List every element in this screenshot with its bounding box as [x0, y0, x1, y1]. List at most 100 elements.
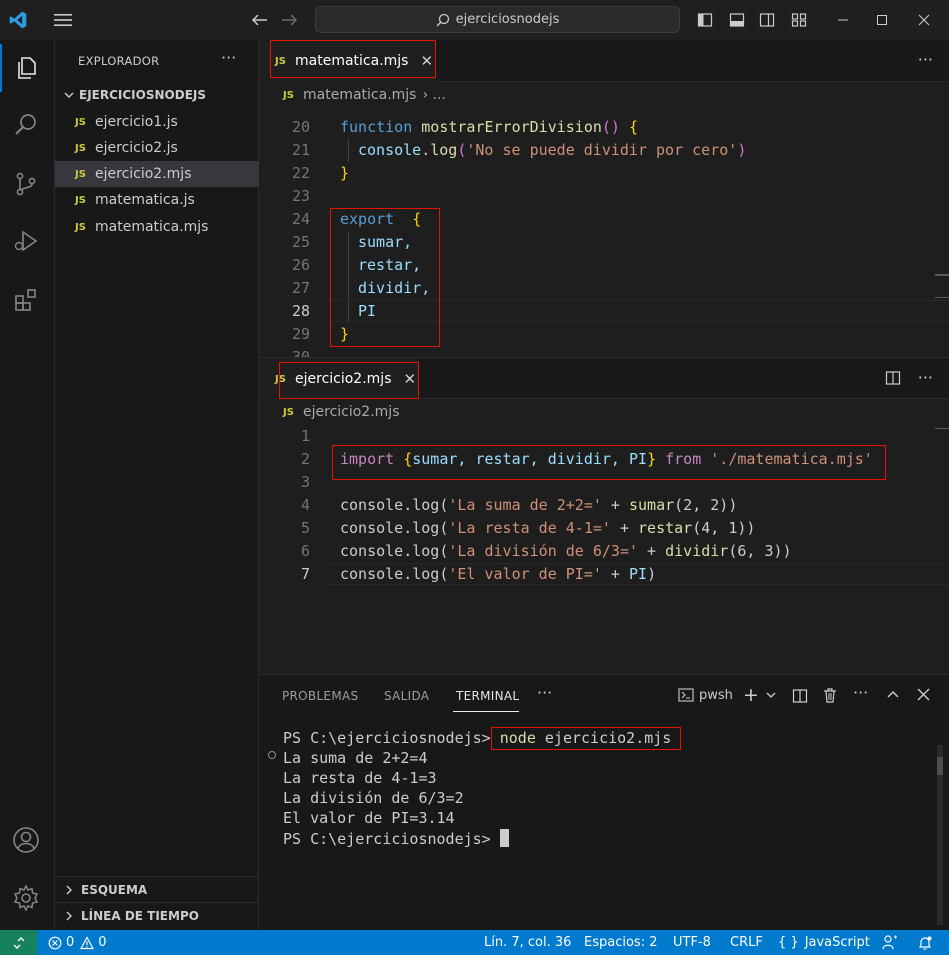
close-window-icon[interactable]	[904, 0, 944, 40]
feedback-icon[interactable]	[881, 930, 898, 955]
new-terminal-plus-icon[interactable]: +	[743, 684, 759, 706]
toggle-panel-icon[interactable]	[726, 0, 748, 40]
file-label: ejercicio2.js	[95, 140, 178, 156]
accounts-icon[interactable]	[0, 816, 52, 864]
file-item-matematica-js[interactable]: JS matematica.js	[55, 187, 259, 213]
minimap-slider[interactable]	[935, 297, 949, 298]
tab-terminal[interactable]: TERMINAL	[456, 689, 519, 703]
explorer-sidebar: EXPLORADOR ··· EJERCICIOSNODEJS JS ejerc…	[55, 40, 259, 930]
timeline-section[interactable]: LÍNEA DE TIEMPO	[55, 902, 259, 928]
js-file-icon: JS	[75, 142, 86, 154]
minimize-window-icon[interactable]	[825, 0, 861, 40]
settings-gear-icon[interactable]	[0, 874, 52, 922]
line-number: 23	[291, 187, 310, 205]
terminal-line-5: El valor de PI=3.14	[283, 809, 455, 827]
indent-guide	[348, 139, 349, 162]
error-icon	[48, 936, 62, 950]
file-label: matematica.js	[95, 192, 195, 208]
toggle-sidebar-icon[interactable]	[694, 0, 716, 40]
workspace-folder[interactable]: EJERCICIOSNODEJS	[55, 84, 259, 106]
line-number: 5	[300, 519, 310, 537]
split-terminal-icon[interactable]	[792, 688, 808, 704]
panel-more-actions-icon[interactable]: ···	[853, 683, 868, 702]
close-panel-icon[interactable]	[917, 688, 930, 701]
explorer-icon[interactable]	[0, 44, 52, 92]
workspace-folder-label: EJERCICIOSNODEJS	[79, 88, 206, 102]
minimap-slider[interactable]	[935, 274, 949, 276]
outline-section[interactable]: ESQUEMA	[55, 876, 259, 902]
code-line-6: console.log('La división de 6/3=' + divi…	[340, 542, 792, 560]
editor-more-actions-icon[interactable]: ···	[918, 50, 933, 69]
line-number: 30	[291, 348, 310, 357]
title-bar: ejerciciosnodejs	[0, 0, 949, 40]
code-line-22: }	[340, 164, 350, 182]
encoding-status[interactable]: UTF-8	[673, 930, 711, 955]
extensions-icon[interactable]	[0, 276, 52, 324]
line-number: 6	[300, 542, 310, 560]
explorer-title: EXPLORADOR	[78, 54, 160, 68]
line-number: 26	[291, 256, 310, 274]
chevron-right-icon	[63, 884, 75, 896]
cursor-position[interactable]: Lín. 7, col. 36	[484, 930, 571, 955]
vscode-logo-icon[interactable]	[0, 0, 36, 40]
terminal-scrollbar-thumb[interactable]	[937, 757, 943, 775]
line-number: 2	[300, 450, 310, 468]
braces-icon: { }	[778, 935, 799, 950]
maximize-panel-chevron-up-icon[interactable]	[886, 688, 900, 702]
split-editor-icon[interactable]	[885, 370, 901, 386]
breadcrumb-file[interactable]: ejercicio2.mjs	[303, 404, 399, 420]
file-item-matematica-mjs[interactable]: JS matematica.mjs	[55, 214, 259, 240]
remote-indicator-icon[interactable]	[0, 930, 37, 955]
command-decoration-icon[interactable]	[268, 751, 276, 759]
forward-arrow-icon[interactable]	[276, 0, 304, 40]
source-control-icon[interactable]	[0, 160, 52, 208]
highlight-box-top-tab	[270, 40, 436, 78]
minimap-slider[interactable]	[935, 428, 949, 429]
back-arrow-icon[interactable]	[245, 0, 273, 40]
breadcrumb-file[interactable]: matematica.mjs	[303, 87, 416, 103]
tab-output[interactable]: SALIDA	[384, 689, 429, 703]
line-number: 21	[291, 141, 310, 159]
chevron-down-icon[interactable]	[765, 689, 777, 701]
notifications-bell-icon[interactable]	[917, 930, 933, 955]
line-number: 22	[291, 164, 310, 182]
code-line-21: console.log('No se puede dividir por cer…	[358, 141, 747, 159]
activity-bar	[0, 40, 55, 930]
highlight-box-import	[332, 445, 886, 480]
file-item-ejercicio2-mjs[interactable]: JS ejercicio2.mjs	[55, 161, 259, 187]
file-item-ejercicio2-js[interactable]: JS ejercicio2.js	[55, 135, 259, 161]
breadcrumb-suffix[interactable]: › ...	[422, 87, 445, 103]
search-sidebar-icon[interactable]	[0, 101, 52, 149]
breadcrumb-bottom: JS ejercicio2.mjs	[259, 401, 399, 423]
trash-icon[interactable]	[822, 687, 838, 703]
tab-problems[interactable]: PROBLEMAS	[282, 689, 358, 703]
toggle-secondary-sidebar-icon[interactable]	[756, 0, 778, 40]
menu-icon[interactable]	[48, 0, 78, 40]
panel-more-tabs[interactable]: ···	[537, 683, 552, 702]
customize-layout-icon[interactable]	[788, 0, 810, 40]
line-number: 3	[300, 473, 310, 491]
language-mode[interactable]: { } JavaScript	[778, 930, 870, 955]
error-count: 0	[66, 935, 75, 950]
line-number: 29	[291, 325, 310, 343]
problems-status[interactable]: 0 0	[48, 930, 107, 955]
terminal-line-4: La división de 6/3=2	[283, 789, 464, 807]
indentation-status[interactable]: Espacios: 2	[584, 930, 657, 955]
line-number: 20	[291, 118, 310, 136]
line-number: 1	[300, 427, 310, 445]
terminal-shell-selector[interactable]: pwsh	[678, 687, 733, 703]
file-label: ejercicio1.js	[95, 114, 178, 130]
code-line-5: console.log('La resta de 4-1=' + restar(…	[340, 519, 756, 537]
js-file-icon: JS	[75, 116, 86, 128]
editor-more-actions-icon[interactable]: ···	[918, 368, 933, 387]
js-file-icon: JS	[75, 194, 86, 206]
maximize-window-icon[interactable]	[864, 0, 900, 40]
code-line-4: console.log('La suma de 2+2=' + sumar(2,…	[340, 496, 738, 514]
command-center-search[interactable]: ejerciciosnodejs	[315, 6, 680, 33]
run-debug-icon[interactable]	[0, 217, 52, 265]
js-file-icon: JS	[75, 168, 86, 180]
explorer-more-actions[interactable]: ···	[221, 48, 236, 67]
js-file-icon: JS	[283, 406, 294, 418]
eol-status[interactable]: CRLF	[730, 930, 763, 955]
file-item-ejercicio1-js[interactable]: JS ejercicio1.js	[55, 109, 259, 135]
